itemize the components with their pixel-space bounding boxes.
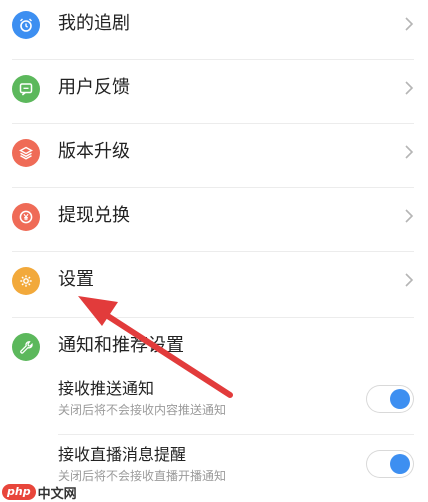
watermark-php: php <box>2 484 36 500</box>
watermark-logo: php 中文网 <box>2 483 77 502</box>
annotation-arrow <box>78 296 233 398</box>
watermark-site: 中文网 <box>37 486 77 502</box>
